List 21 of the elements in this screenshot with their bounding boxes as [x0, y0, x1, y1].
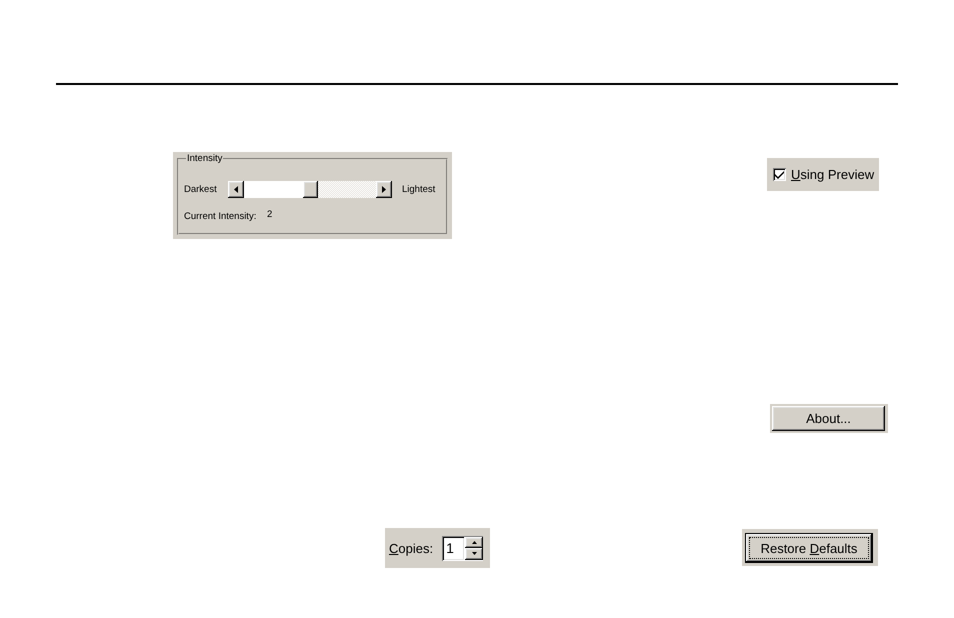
group-title: Intensity	[186, 153, 224, 164]
scroll-left-button[interactable]	[228, 181, 244, 198]
copies-field[interactable]: 1	[442, 536, 466, 560]
about-button[interactable]: About...	[772, 406, 885, 431]
copies-label: Copies:	[389, 540, 434, 556]
left-triangle-icon	[234, 186, 238, 193]
spin-down-button[interactable]	[465, 548, 484, 560]
lightest-label: Lightest	[402, 184, 436, 195]
slider-thumb[interactable]	[302, 181, 318, 198]
checkbox-label[interactable]: Using Preview	[791, 167, 874, 182]
current-intensity-label: Current Intensity:	[184, 211, 258, 222]
scroll-right-button[interactable]	[376, 181, 392, 198]
darkest-label: Darkest	[184, 184, 218, 195]
down-triangle-icon	[472, 552, 477, 556]
checkbox[interactable]	[773, 168, 786, 181]
restore-defaults-button[interactable]: Restore Defaults	[745, 533, 873, 563]
spin-up-button[interactable]	[465, 536, 484, 548]
up-triangle-icon	[472, 540, 477, 544]
check-icon	[775, 170, 784, 178]
right-triangle-icon	[382, 186, 386, 193]
current-intensity-value: 2	[267, 209, 272, 220]
